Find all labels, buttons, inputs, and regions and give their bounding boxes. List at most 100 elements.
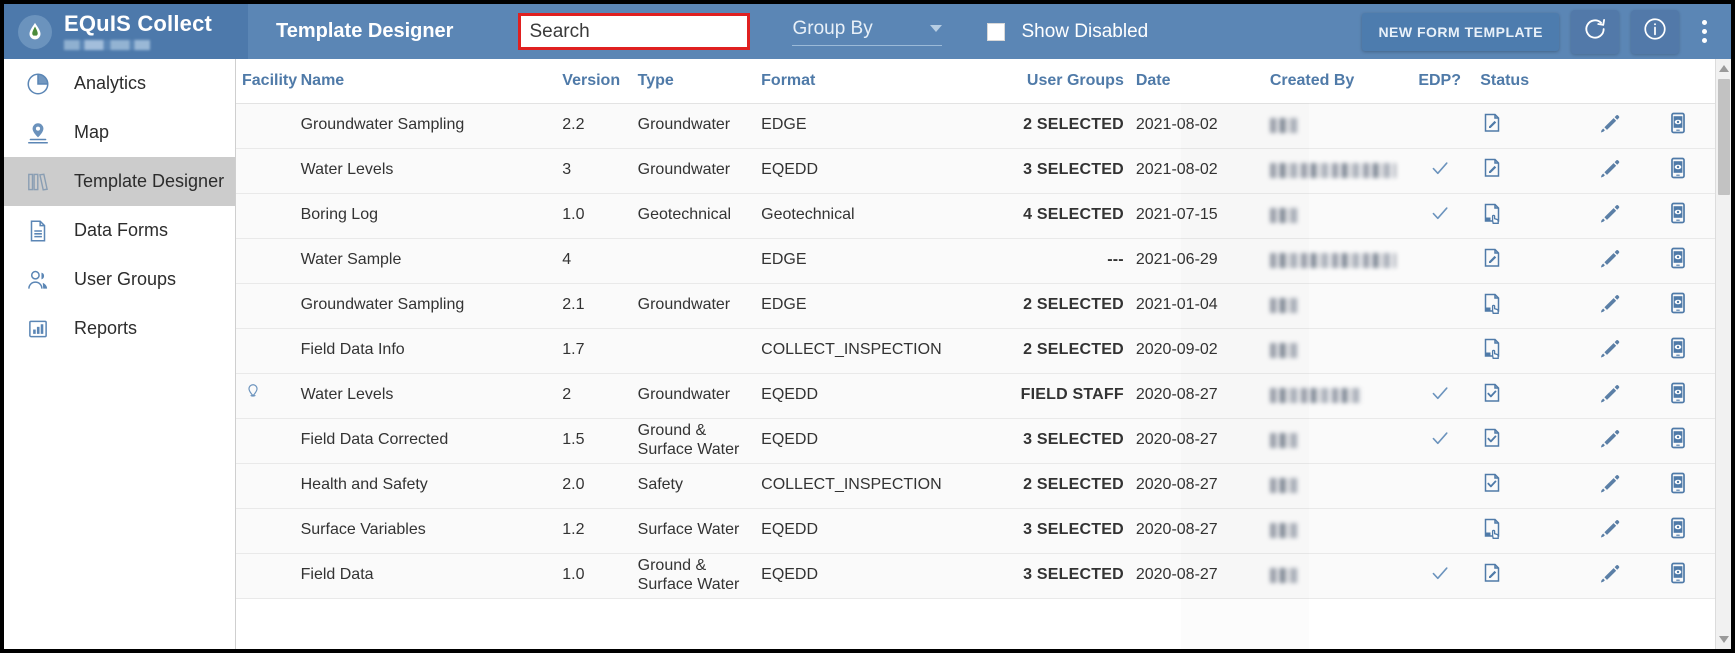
show-disabled-checkbox[interactable] xyxy=(987,23,1005,41)
cell-status[interactable] xyxy=(1474,508,1579,553)
cell-user-groups[interactable]: 3 SELECTED xyxy=(954,418,1130,463)
show-disabled-toggle[interactable]: Show Disabled xyxy=(987,21,1148,43)
cell-edit-action[interactable] xyxy=(1579,148,1642,193)
table-row[interactable]: Field Data1.0Ground & Surface WaterEQEDD… xyxy=(236,553,1715,598)
cell-name[interactable]: Health and Safety xyxy=(295,463,557,508)
sidebar-item-user-groups[interactable]: User Groups xyxy=(4,255,235,304)
cell-name[interactable]: Groundwater Sampling xyxy=(295,103,557,148)
document-check-icon[interactable] xyxy=(1480,426,1504,450)
pencil-icon[interactable] xyxy=(1598,201,1622,225)
cell-user-groups[interactable]: 2 SELECTED xyxy=(954,328,1130,373)
cell-edit-action[interactable] xyxy=(1579,238,1642,283)
cell-status[interactable] xyxy=(1474,463,1579,508)
cell-name[interactable]: Groundwater Sampling xyxy=(295,283,557,328)
column-header-status[interactable]: Status xyxy=(1474,59,1579,103)
pencil-icon[interactable] xyxy=(1598,336,1622,360)
table-row[interactable]: Groundwater Sampling2.1GroundwaterEDGE2 … xyxy=(236,283,1715,328)
pencil-icon[interactable] xyxy=(1598,381,1622,405)
table-row[interactable]: Water Levels3GroundwaterEQEDD3 SELECTED2… xyxy=(236,148,1715,193)
cell-edit-action[interactable] xyxy=(1579,283,1642,328)
cell-status[interactable] xyxy=(1474,373,1579,418)
column-header-facility[interactable]: Facility xyxy=(236,59,295,103)
cell-name[interactable]: Water Levels xyxy=(295,373,557,418)
table-row[interactable]: Health and Safety2.0SafetyCOLLECT_INSPEC… xyxy=(236,463,1715,508)
search-input[interactable] xyxy=(529,21,739,43)
document-pencil-icon[interactable] xyxy=(1480,111,1504,135)
cell-user-groups[interactable]: 2 SELECTED xyxy=(954,283,1130,328)
cell-preview-action[interactable] xyxy=(1642,418,1715,463)
cell-edit-action[interactable] xyxy=(1579,553,1642,598)
column-header-type[interactable]: Type xyxy=(632,59,756,103)
mobile-preview-icon[interactable] xyxy=(1666,561,1690,585)
column-header-date[interactable]: Date xyxy=(1130,59,1264,103)
cell-status[interactable] xyxy=(1474,328,1579,373)
document-check-icon[interactable] xyxy=(1480,471,1504,495)
pencil-icon[interactable] xyxy=(1598,426,1622,450)
mobile-preview-icon[interactable] xyxy=(1666,246,1690,270)
document-hand-icon[interactable] xyxy=(1480,291,1504,315)
document-hand-icon[interactable] xyxy=(1480,336,1504,360)
mobile-preview-icon[interactable] xyxy=(1666,201,1690,225)
cell-name[interactable]: Field Data Corrected xyxy=(295,418,557,463)
cell-status[interactable] xyxy=(1474,418,1579,463)
table-row[interactable]: Surface Variables1.2Surface WaterEQEDD3 … xyxy=(236,508,1715,553)
mobile-preview-icon[interactable] xyxy=(1666,336,1690,360)
pencil-icon[interactable] xyxy=(1598,111,1622,135)
scroll-down-arrow-icon[interactable] xyxy=(1719,636,1729,643)
sidebar-item-template-designer[interactable]: Template Designer xyxy=(4,157,235,206)
sidebar-item-map[interactable]: Map xyxy=(4,108,235,157)
cell-user-groups[interactable]: --- xyxy=(954,238,1130,283)
vertical-scrollbar[interactable] xyxy=(1715,59,1731,649)
cell-user-groups[interactable]: 3 SELECTED xyxy=(954,148,1130,193)
cell-status[interactable] xyxy=(1474,193,1579,238)
pencil-icon[interactable] xyxy=(1598,516,1622,540)
cell-edit-action[interactable] xyxy=(1579,418,1642,463)
column-header-edp[interactable]: EDP? xyxy=(1405,59,1474,103)
more-menu-button[interactable] xyxy=(1687,10,1721,54)
search-field-wrapper[interactable] xyxy=(518,13,750,50)
cell-user-groups[interactable]: 2 SELECTED xyxy=(954,103,1130,148)
pencil-icon[interactable] xyxy=(1598,246,1622,270)
new-form-template-button[interactable]: NEW FORM TEMPLATE xyxy=(1362,13,1559,51)
document-check-icon[interactable] xyxy=(1480,381,1504,405)
mobile-preview-icon[interactable] xyxy=(1666,426,1690,450)
column-header-created-by[interactable]: Created By xyxy=(1264,59,1405,103)
document-pencil-icon[interactable] xyxy=(1480,246,1504,270)
pencil-icon[interactable] xyxy=(1598,471,1622,495)
cell-status[interactable] xyxy=(1474,553,1579,598)
cell-preview-action[interactable] xyxy=(1642,193,1715,238)
scrollbar-thumb[interactable] xyxy=(1718,79,1730,195)
document-pencil-icon[interactable] xyxy=(1480,156,1504,180)
document-pencil-icon[interactable] xyxy=(1480,561,1504,585)
cell-preview-action[interactable] xyxy=(1642,373,1715,418)
cell-preview-action[interactable] xyxy=(1642,148,1715,193)
column-header-name[interactable]: Name xyxy=(295,59,557,103)
cell-user-groups[interactable]: 4 SELECTED xyxy=(954,193,1130,238)
cell-name[interactable]: Boring Log xyxy=(295,193,557,238)
table-row[interactable]: Boring Log1.0GeotechnicalGeotechnical4 S… xyxy=(236,193,1715,238)
cell-status[interactable] xyxy=(1474,238,1579,283)
scroll-up-arrow-icon[interactable] xyxy=(1719,65,1729,72)
cell-edit-action[interactable] xyxy=(1579,463,1642,508)
cell-name[interactable]: Field Data Info xyxy=(295,328,557,373)
cell-name[interactable]: Water Levels xyxy=(295,148,557,193)
column-header-version[interactable]: Version xyxy=(556,59,631,103)
cell-user-groups[interactable]: 2 SELECTED xyxy=(954,463,1130,508)
pencil-icon[interactable] xyxy=(1598,156,1622,180)
document-hand-icon[interactable] xyxy=(1480,201,1504,225)
cell-user-groups[interactable]: FIELD STAFF xyxy=(954,373,1130,418)
cell-name[interactable]: Water Sample xyxy=(295,238,557,283)
mobile-preview-icon[interactable] xyxy=(1666,471,1690,495)
mobile-preview-icon[interactable] xyxy=(1666,156,1690,180)
cell-edit-action[interactable] xyxy=(1579,508,1642,553)
cell-edit-action[interactable] xyxy=(1579,103,1642,148)
cell-preview-action[interactable] xyxy=(1642,103,1715,148)
cell-name[interactable]: Field Data xyxy=(295,553,557,598)
cell-status[interactable] xyxy=(1474,103,1579,148)
mobile-preview-icon[interactable] xyxy=(1666,516,1690,540)
pencil-icon[interactable] xyxy=(1598,291,1622,315)
info-button[interactable] xyxy=(1631,10,1679,54)
cell-preview-action[interactable] xyxy=(1642,328,1715,373)
table-row[interactable]: Water Sample4EDGE---2021-06-29 xyxy=(236,238,1715,283)
sidebar-item-analytics[interactable]: Analytics xyxy=(4,59,235,108)
